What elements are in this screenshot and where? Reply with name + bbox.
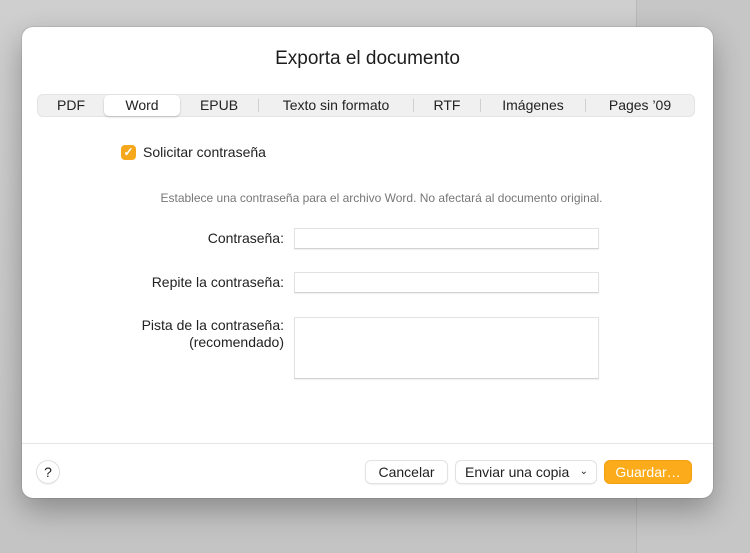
tab-pages09[interactable]: Pages ’09 xyxy=(586,95,694,116)
password-hint-label-line2: (recomendado) xyxy=(189,334,284,350)
password-label: Contraseña: xyxy=(207,230,284,246)
tab-epub[interactable]: EPUB xyxy=(180,95,258,116)
require-password-label[interactable]: Solicitar contraseña xyxy=(143,144,266,160)
send-copy-button[interactable]: Enviar una copia ⌄ xyxy=(456,461,596,483)
password-field[interactable] xyxy=(294,228,599,249)
cancel-button[interactable]: Cancelar xyxy=(366,461,447,483)
help-button[interactable]: ? xyxy=(37,461,59,483)
save-button[interactable]: Guardar… xyxy=(605,461,691,483)
repeat-password-field[interactable] xyxy=(294,272,599,293)
password-hint-label-line1: Pista de la contraseña: xyxy=(141,317,284,333)
footer-divider xyxy=(22,443,713,444)
export-dialog: Exporta el documento PDF Word EPUB Texto… xyxy=(22,27,713,498)
tab-word[interactable]: Word xyxy=(104,95,180,116)
dialog-title: Exporta el documento xyxy=(275,48,460,69)
chevron-down-icon: ⌄ xyxy=(579,466,588,477)
password-description: Establece una contraseña para el archivo… xyxy=(160,191,603,205)
tab-rtf[interactable]: RTF xyxy=(414,95,480,116)
repeat-password-label: Repite la contraseña: xyxy=(151,274,284,290)
tab-images[interactable]: Imágenes xyxy=(481,95,585,116)
tab-pdf[interactable]: PDF xyxy=(38,95,104,116)
password-hint-field[interactable] xyxy=(294,317,599,379)
require-password-checkbox[interactable]: ✓ xyxy=(121,145,136,160)
password-hint-label: Pista de la contraseña: (recomendado) xyxy=(142,317,284,351)
checkmark-icon: ✓ xyxy=(123,145,134,159)
format-tabs: PDF Word EPUB Texto sin formato RTF Imág… xyxy=(37,94,695,117)
tab-plain-text[interactable]: Texto sin formato xyxy=(259,95,413,116)
send-copy-label: Enviar una copia xyxy=(465,464,570,480)
